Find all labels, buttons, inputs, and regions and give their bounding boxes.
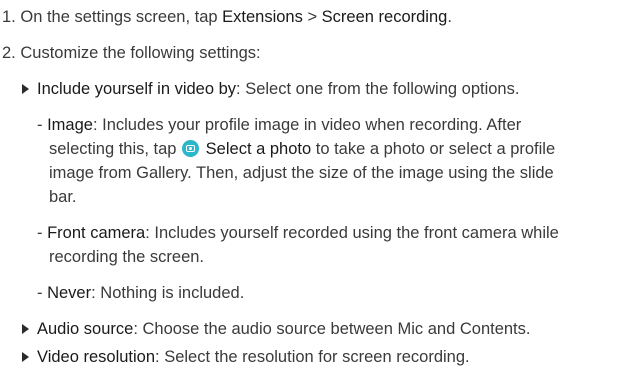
setting-audio-source: Audio source: Choose the audio source be… bbox=[37, 317, 530, 341]
option-text: bar. bbox=[49, 188, 77, 206]
option-image-line-2: selecting this, tap Select a photo to ta… bbox=[49, 137, 555, 161]
step-text: Customize the following settings: bbox=[20, 44, 261, 62]
step-text-end: . bbox=[447, 8, 452, 26]
option-description: : Includes your profile image in video w… bbox=[92, 116, 522, 134]
menu-term-screen-recording: Screen recording bbox=[321, 8, 448, 26]
menu-term-extensions: Extensions bbox=[222, 8, 303, 26]
option-text: selecting this, tap bbox=[49, 140, 182, 158]
option-name: Never bbox=[47, 284, 92, 302]
option-dash: - bbox=[37, 284, 48, 302]
option-front-camera-line-2: recording the screen. bbox=[49, 245, 204, 269]
step-number: 2. bbox=[2, 44, 16, 62]
option-front-camera: - Front camera: Includes yourself record… bbox=[37, 221, 559, 245]
setting-description: : Select the resolution for screen recor… bbox=[155, 348, 470, 366]
step-1: 1. On the settings screen, tap Extension… bbox=[2, 5, 452, 29]
setting-description: : Select one from the following options. bbox=[236, 80, 520, 98]
camera-icon bbox=[182, 140, 200, 157]
menu-separator: > bbox=[302, 8, 322, 26]
option-text: image from Gallery. Then, adjust the siz… bbox=[49, 164, 554, 182]
option-text: recording the screen. bbox=[49, 248, 205, 266]
option-image-line-3: image from Gallery. Then, adjust the siz… bbox=[49, 161, 554, 185]
option-name: Image bbox=[47, 116, 93, 134]
bullet-arrow-icon bbox=[22, 84, 29, 94]
bullet-arrow-icon bbox=[22, 352, 29, 362]
option-image-line-4: bar. bbox=[49, 185, 77, 209]
option-name: Front camera bbox=[47, 224, 146, 242]
setting-description: : Choose the audio source between Mic an… bbox=[133, 320, 531, 338]
step-number: 1. bbox=[2, 8, 16, 26]
option-description: : Nothing is included. bbox=[91, 284, 245, 302]
option-never: - Never: Nothing is included. bbox=[37, 281, 244, 305]
setting-video-resolution: Video resolution: Select the resolution … bbox=[37, 345, 470, 369]
step-text: On the settings screen, tap bbox=[20, 8, 223, 26]
step-2: 2. Customize the following settings: bbox=[2, 41, 261, 65]
option-dash: - bbox=[37, 116, 48, 134]
select-a-photo-term: Select a photo bbox=[205, 140, 312, 158]
bullet-arrow-icon bbox=[22, 324, 29, 334]
option-image: - Image: Includes your profile image in … bbox=[37, 113, 521, 137]
option-dash: - bbox=[37, 224, 48, 242]
setting-name: Audio source bbox=[37, 320, 134, 338]
setting-name: Video resolution bbox=[37, 348, 156, 366]
setting-include-yourself: Include yourself in video by: Select one… bbox=[37, 77, 519, 101]
setting-name: Include yourself in video by bbox=[37, 80, 237, 98]
option-description: : Includes yourself recorded using the f… bbox=[145, 224, 559, 242]
option-text: to take a photo or select a profile bbox=[311, 140, 556, 158]
manual-page: 1. On the settings screen, tap Extension… bbox=[0, 0, 621, 366]
